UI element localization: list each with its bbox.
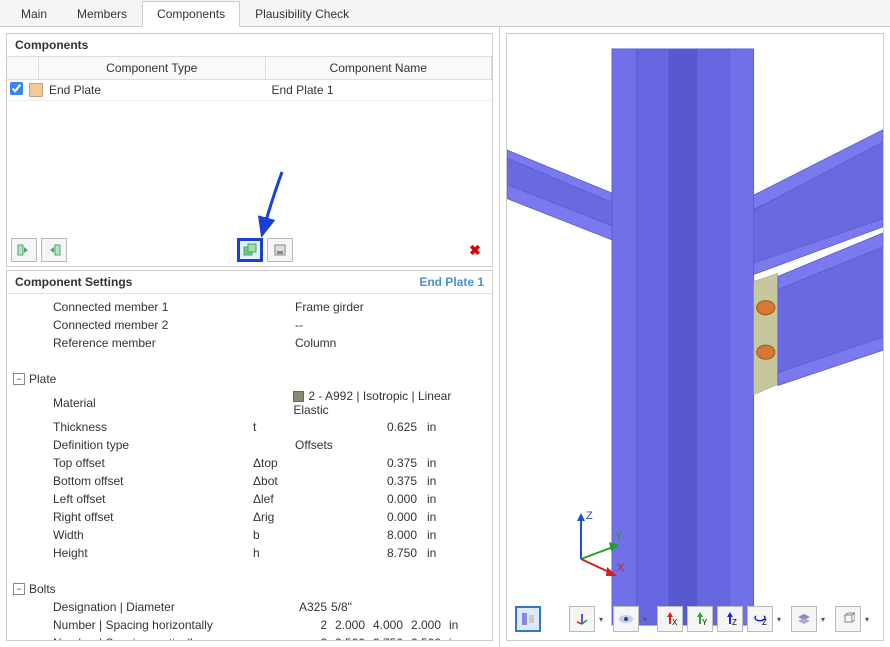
view-axis-button[interactable] xyxy=(569,606,595,632)
prop-material[interactable]: Material 2 - A992 | Isotropic | Linear E… xyxy=(7,388,492,418)
svg-text:Y: Y xyxy=(702,618,707,626)
prop-height[interactable]: Height h 8.750 in xyxy=(7,544,492,562)
prop-spacing-v[interactable]: Number | Spacing vertically 2 2.500 3.75… xyxy=(7,634,492,641)
settings-header: Component Settings End Plate 1 xyxy=(7,271,492,294)
svg-text:Z: Z xyxy=(586,511,593,522)
row-color-swatch xyxy=(29,83,43,97)
viewport-3d[interactable]: Z Y X ▾ ▾ X Y Z Z ▾ xyxy=(506,33,884,641)
tab-bar: Main Members Components Plausibility Che… xyxy=(0,0,890,27)
components-header: Components xyxy=(7,34,492,57)
section-plate[interactable]: − Plate xyxy=(7,370,492,388)
prop-right-off[interactable]: Right offset Δrig 0.000 in xyxy=(7,508,492,526)
prop-reference[interactable]: Reference member Column xyxy=(7,334,492,352)
prop-bot-off[interactable]: Bottom offset Δbot 0.375 in xyxy=(7,472,492,490)
components-columns: Component Type Component Name xyxy=(7,57,492,80)
row-type: End Plate xyxy=(47,83,270,97)
row-checkbox[interactable] xyxy=(10,82,23,95)
dropdown-icon[interactable]: ▾ xyxy=(599,615,609,624)
prop-left-off[interactable]: Left offset Δlef 0.000 in xyxy=(7,490,492,508)
prop-connected-2[interactable]: Connected member 2 -- xyxy=(7,316,492,334)
dropdown-icon[interactable]: ▾ xyxy=(643,615,653,624)
view-y-button[interactable]: Y xyxy=(687,606,713,632)
svg-text:Z: Z xyxy=(732,618,737,626)
svg-text:Y: Y xyxy=(615,530,623,542)
view-eye-button[interactable] xyxy=(613,606,639,632)
bolt-render xyxy=(757,345,775,359)
prop-def-type[interactable]: Definition type Offsets xyxy=(7,436,492,454)
view-layers-button[interactable] xyxy=(791,606,817,632)
collapse-icon[interactable]: − xyxy=(13,373,25,385)
col-type: Component Type xyxy=(39,57,266,79)
view-cube-button[interactable] xyxy=(835,606,861,632)
move-left-button[interactable] xyxy=(11,238,37,262)
view-rotate-z-button[interactable]: Z xyxy=(747,606,773,632)
dropdown-icon[interactable]: ▾ xyxy=(821,615,831,624)
svg-text:X: X xyxy=(617,562,625,574)
section-bolts[interactable]: − Bolts xyxy=(7,580,492,598)
tab-main[interactable]: Main xyxy=(6,1,62,27)
row-name: End Plate 1 xyxy=(270,83,493,97)
prop-thickness[interactable]: Thickness t 0.625 in xyxy=(7,418,492,436)
move-right-button[interactable] xyxy=(41,238,67,262)
prop-width[interactable]: Width b 8.000 in xyxy=(7,526,492,544)
settings-subtitle: End Plate 1 xyxy=(419,275,484,289)
svg-text:Z: Z xyxy=(762,618,767,626)
component-row[interactable]: End Plate End Plate 1 xyxy=(7,80,492,101)
components-panel: Components Component Type Component Name… xyxy=(6,33,493,267)
prop-connected-1[interactable]: Connected member 1 Frame girder xyxy=(7,298,492,316)
viewport-toolbar: ▾ ▾ X Y Z Z ▾ ▾ ▾ xyxy=(515,606,875,632)
prop-spacing-h[interactable]: Number | Spacing horizontally 2 2.000 4.… xyxy=(7,616,492,634)
tab-components[interactable]: Components xyxy=(142,1,240,27)
settings-title: Component Settings xyxy=(15,275,132,289)
settings-panel: Component Settings End Plate 1 Connected… xyxy=(6,270,493,641)
components-title: Components xyxy=(15,38,88,52)
tab-plausibility[interactable]: Plausibility Check xyxy=(240,1,364,27)
dropdown-icon[interactable]: ▾ xyxy=(777,615,787,624)
material-swatch xyxy=(293,391,304,402)
save-button[interactable] xyxy=(267,238,293,262)
prop-top-off[interactable]: Top offset Δtop 0.375 in xyxy=(7,454,492,472)
prop-designation[interactable]: Designation | Diameter A325 5/8" xyxy=(7,598,492,616)
bolt-render xyxy=(757,301,775,315)
view-mode-button[interactable] xyxy=(515,606,541,632)
collapse-icon[interactable]: − xyxy=(13,583,25,595)
delete-button[interactable]: ✖ xyxy=(462,238,488,262)
axis-gizmo: Z Y X xyxy=(557,511,627,584)
components-toolbar: ✖ xyxy=(7,234,492,266)
library-button[interactable] xyxy=(237,238,263,262)
col-name: Component Name xyxy=(266,57,493,79)
tab-members[interactable]: Members xyxy=(62,1,142,27)
dropdown-icon[interactable]: ▾ xyxy=(865,615,875,624)
svg-text:X: X xyxy=(672,618,677,626)
end-plate-render xyxy=(754,273,778,394)
view-z-button[interactable]: Z xyxy=(717,606,743,632)
view-x-button[interactable]: X xyxy=(657,606,683,632)
